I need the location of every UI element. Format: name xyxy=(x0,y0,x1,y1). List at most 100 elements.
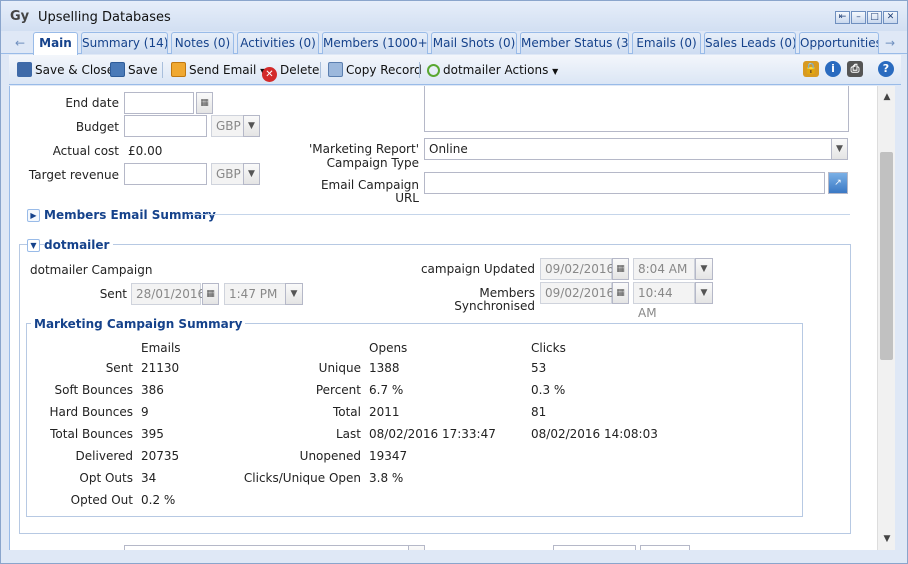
sent-date-input[interactable]: 28/01/2016 xyxy=(131,283,205,305)
toolbar: Save & Close Save Send Email ▼ ✕Delete C… xyxy=(9,55,901,85)
help-icon[interactable]: ? xyxy=(878,61,894,77)
tab-scroll-right-icon[interactable]: → xyxy=(883,35,897,51)
calendar-icon[interactable]: ▦ xyxy=(202,283,219,305)
tab-main[interactable]: Main xyxy=(33,32,78,55)
open-link-icon[interactable]: ↗ xyxy=(828,172,848,194)
chevron-down-icon[interactable]: ▼ xyxy=(243,115,260,137)
bottom-date-input[interactable] xyxy=(553,545,636,550)
opens-stat-value: 1388 xyxy=(369,361,400,375)
chevron-down-icon[interactable]: ▼ xyxy=(695,282,713,304)
tab-sales-leads[interactable]: Sales Leads (0) xyxy=(704,32,796,54)
end-date-label: End date xyxy=(65,96,119,110)
marketing-report-label-1: 'Marketing Report' xyxy=(309,142,419,156)
copy-icon xyxy=(328,62,343,77)
members-sync-time-select[interactable]: 10:44 AM xyxy=(633,282,695,320)
close-icon[interactable]: ✕ xyxy=(883,11,898,24)
campaign-summary-title: Marketing Campaign Summary xyxy=(31,317,246,331)
updated-time-select[interactable]: 8:04 AM xyxy=(633,258,695,280)
description-textarea[interactable] xyxy=(424,86,849,132)
email-campaign-label-2: URL xyxy=(395,191,419,205)
actual-cost-label: Actual cost xyxy=(52,144,119,158)
title-bar: Gy Upselling Databases ⇤ – □ ✕ xyxy=(1,1,907,31)
chevron-down-icon: ▼ xyxy=(552,67,559,76)
emails-stat-label: Total Bounces xyxy=(50,427,133,441)
main-form-panel: End date ▦ Budget GBP ▼ Actual cost £0.0… xyxy=(9,86,877,550)
calendar-icon[interactable]: ▦ xyxy=(612,282,629,304)
opens-stat-value: 19347 xyxy=(369,449,408,463)
sent-time-select[interactable]: 1:47 PM xyxy=(224,283,286,305)
dotmailer-header[interactable]: dotmailer xyxy=(44,238,114,252)
bottom-time-input[interactable] xyxy=(640,545,690,550)
toolbar-separator xyxy=(419,62,420,78)
dotmailer-actions-button[interactable]: dotmailer Actions ▼ xyxy=(427,61,558,79)
tab-emails[interactable]: Emails (0) xyxy=(632,32,701,54)
minimize-icon[interactable]: – xyxy=(851,11,866,24)
copy-record-button[interactable]: Copy Record xyxy=(328,61,422,79)
toolbar-separator xyxy=(320,62,321,78)
scrollbar-thumb[interactable] xyxy=(880,152,893,360)
chevron-down-icon[interactable]: ▼ xyxy=(243,163,260,185)
campaign-type-select[interactable]: Online xyxy=(424,138,832,160)
target-revenue-label: Target revenue xyxy=(28,168,119,182)
target-currency-select[interactable]: GBP xyxy=(211,163,244,185)
tab-activities[interactable]: Activities (0) xyxy=(237,32,319,54)
info-icon[interactable]: i xyxy=(825,61,841,77)
vertical-scrollbar[interactable]: ▲ ▼ xyxy=(877,86,895,550)
tab-opportunities[interactable]: Opportunities ( xyxy=(799,32,879,54)
emails-stat-label: Opted Out xyxy=(70,493,133,507)
emails-stat-value: 21130 xyxy=(141,361,180,375)
clicks-header: Clicks xyxy=(531,341,566,355)
emails-stat-label: Sent xyxy=(105,361,133,375)
tab-notes[interactable]: Notes (0) xyxy=(171,32,234,54)
send-email-button[interactable]: Send Email ▼ xyxy=(171,61,266,79)
opens-stat-value: 6.7 % xyxy=(369,383,404,397)
window: Gy Upselling Databases ⇤ – □ ✕ ← Main Su… xyxy=(0,0,908,564)
email-campaign-label-1: Email Campaign xyxy=(320,178,419,192)
tab-scroll-left-icon[interactable]: ← xyxy=(13,35,27,51)
scroll-up-icon[interactable]: ▲ xyxy=(882,92,892,102)
toolbar-separator xyxy=(162,62,163,78)
window-title: Upselling Databases xyxy=(38,10,171,25)
chevron-down-icon[interactable]: ▼ xyxy=(831,138,848,160)
members-sync-date-input[interactable]: 09/02/2016 xyxy=(540,282,614,304)
opens-header: Opens xyxy=(369,341,408,355)
sent-label: Sent xyxy=(99,287,127,301)
target-revenue-input[interactable] xyxy=(124,163,207,185)
clicks-stat-value: 0.3 % xyxy=(531,383,566,397)
actual-cost-value: £0.00 xyxy=(128,144,163,158)
clicks-stat-value: 53 xyxy=(531,361,547,375)
members-email-summary-header[interactable]: Members Email Summary xyxy=(44,208,216,222)
calendar-icon[interactable]: ▦ xyxy=(612,258,629,280)
chevron-down-icon[interactable]: ▼ xyxy=(695,258,713,280)
chevron-down-icon[interactable] xyxy=(408,545,425,550)
tab-members[interactable]: Members (1000+) xyxy=(322,32,428,54)
save-close-button[interactable]: Save & Close xyxy=(17,61,114,79)
expand-icon[interactable]: ▶ xyxy=(27,209,40,222)
calendar-icon[interactable]: ▦ xyxy=(196,92,213,114)
chevron-down-icon[interactable]: ▼ xyxy=(285,283,303,305)
maximize-icon[interactable]: □ xyxy=(867,11,882,24)
opens-stat-value: 08/02/2016 17:33:47 xyxy=(369,427,496,441)
collapse-icon[interactable]: ▼ xyxy=(27,239,40,252)
tab-mail-shots[interactable]: Mail Shots (0) xyxy=(431,32,517,54)
bottom-field-input[interactable] xyxy=(124,545,414,550)
budget-currency-select[interactable]: GBP xyxy=(211,115,244,137)
emails-stat-value: 34 xyxy=(141,471,157,485)
pin-icon[interactable]: ⇤ xyxy=(835,11,850,24)
emails-stat-label: Hard Bounces xyxy=(49,405,133,419)
email-campaign-url-input[interactable] xyxy=(424,172,825,194)
updated-date-input[interactable]: 09/02/2016 xyxy=(540,258,614,280)
scroll-down-icon[interactable]: ▼ xyxy=(882,534,892,544)
delete-button[interactable]: ✕ Delete xyxy=(262,61,319,82)
emails-stat-value: 386 xyxy=(141,383,164,397)
budget-input[interactable] xyxy=(124,115,207,137)
print-icon[interactable]: ⎙ xyxy=(847,61,863,77)
lock-icon[interactable]: 🔒 xyxy=(803,61,819,77)
emails-header: Emails xyxy=(141,341,181,355)
end-date-input[interactable] xyxy=(124,92,194,114)
tab-summary[interactable]: Summary (14) xyxy=(81,32,168,54)
emails-stat-label: Opt Outs xyxy=(79,471,133,485)
opens-stat-label: Unique xyxy=(318,361,361,375)
save-button[interactable]: Save xyxy=(110,61,157,79)
tab-member-status[interactable]: Member Status (3) xyxy=(520,32,629,54)
